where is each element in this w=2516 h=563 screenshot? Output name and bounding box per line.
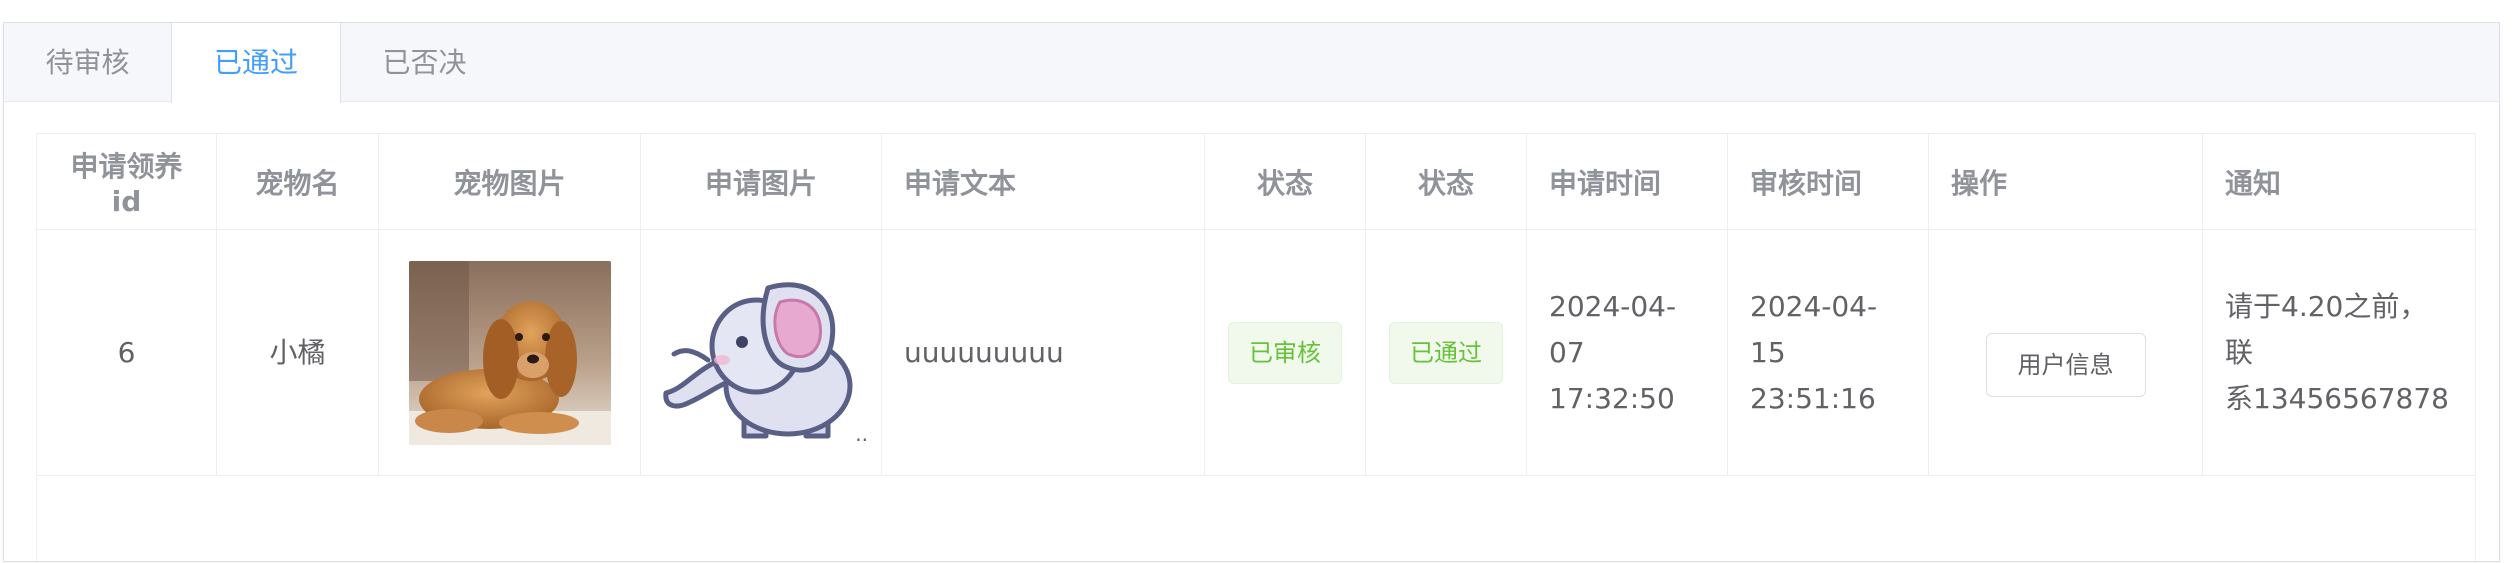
header-status-1: 状态: [1205, 134, 1366, 229]
tab-approved[interactable]: 已通过: [171, 23, 341, 103]
cell-apply-text: uuuuuuuuu: [882, 230, 1205, 475]
cell-status-2: 已通过: [1366, 230, 1527, 475]
header-pet-name: 宠物名: [217, 134, 379, 229]
header-action: 操作: [1929, 134, 2203, 229]
header-review-time: 审核时间: [1728, 134, 1929, 229]
cell-notice: 请于4.20之前，联 系13456567878: [2203, 230, 2475, 475]
cell-apply-time: 2024-04-07 17:32:50: [1527, 230, 1728, 475]
tabs-card: 待审核 已通过 已否决 申请领养id 宠物名 宠物图片 申请图片 申请文本 状态…: [3, 22, 2500, 563]
review-time-clock: 23:51:16: [1750, 381, 1876, 415]
apply-time-date: 2024-04-07: [1549, 289, 1677, 369]
header-notice: 通知: [2225, 166, 2282, 200]
review-time-date: 2024-04-15: [1750, 289, 1878, 369]
cell-review-time: 2024-04-15 23:51:16: [1728, 230, 1929, 475]
header-apply-time: 申请时间: [1527, 134, 1728, 229]
image-overflow-ellipsis: ..: [855, 421, 868, 446]
adoption-table: 申请领养id 宠物名 宠物图片 申请图片 申请文本 状态 状态 申请时间 审核时…: [36, 133, 2476, 563]
notice-line-1: 请于4.20之前，联: [2225, 289, 2428, 369]
header-apply-image: 申请图片: [641, 134, 882, 229]
notice-line-2: 系13456567878: [2225, 381, 2449, 415]
cell-pet-image: [379, 230, 641, 475]
header-apply-text: 申请文本: [882, 134, 1205, 229]
table-header-row: 申请领养id 宠物名 宠物图片 申请图片 申请文本 状态 状态 申请时间 审核时…: [37, 134, 2475, 230]
cell-apply-id: 6: [37, 230, 217, 475]
apply-time-clock: 17:32:50: [1549, 381, 1675, 415]
table-row: 6 小橘 .. uuuuuuuuu 已审核 已通过 2024-04-07 17:…: [37, 230, 2475, 476]
elephant-image[interactable]: ..: [656, 258, 868, 448]
header-pet-image: 宠物图片: [379, 134, 641, 229]
dog-photo[interactable]: [408, 260, 611, 445]
cell-apply-image: ..: [641, 230, 882, 475]
status-badge-reviewed: 已审核: [1228, 321, 1342, 384]
cell-action: 用户信息: [1929, 230, 2203, 475]
tab-bar: 待审核 已通过 已否决: [4, 23, 2499, 103]
header-status-2: 状态: [1366, 134, 1527, 229]
user-info-button[interactable]: 用户信息: [1985, 332, 2146, 397]
cell-status-1: 已审核: [1205, 230, 1366, 475]
tab-rejected[interactable]: 已否决: [341, 23, 508, 102]
status-badge-approved: 已通过: [1389, 321, 1503, 384]
header-apply-id: 申请领养id: [37, 134, 217, 229]
cell-pet-name: 小橘: [217, 230, 379, 475]
tab-pending[interactable]: 待审核: [4, 23, 171, 102]
